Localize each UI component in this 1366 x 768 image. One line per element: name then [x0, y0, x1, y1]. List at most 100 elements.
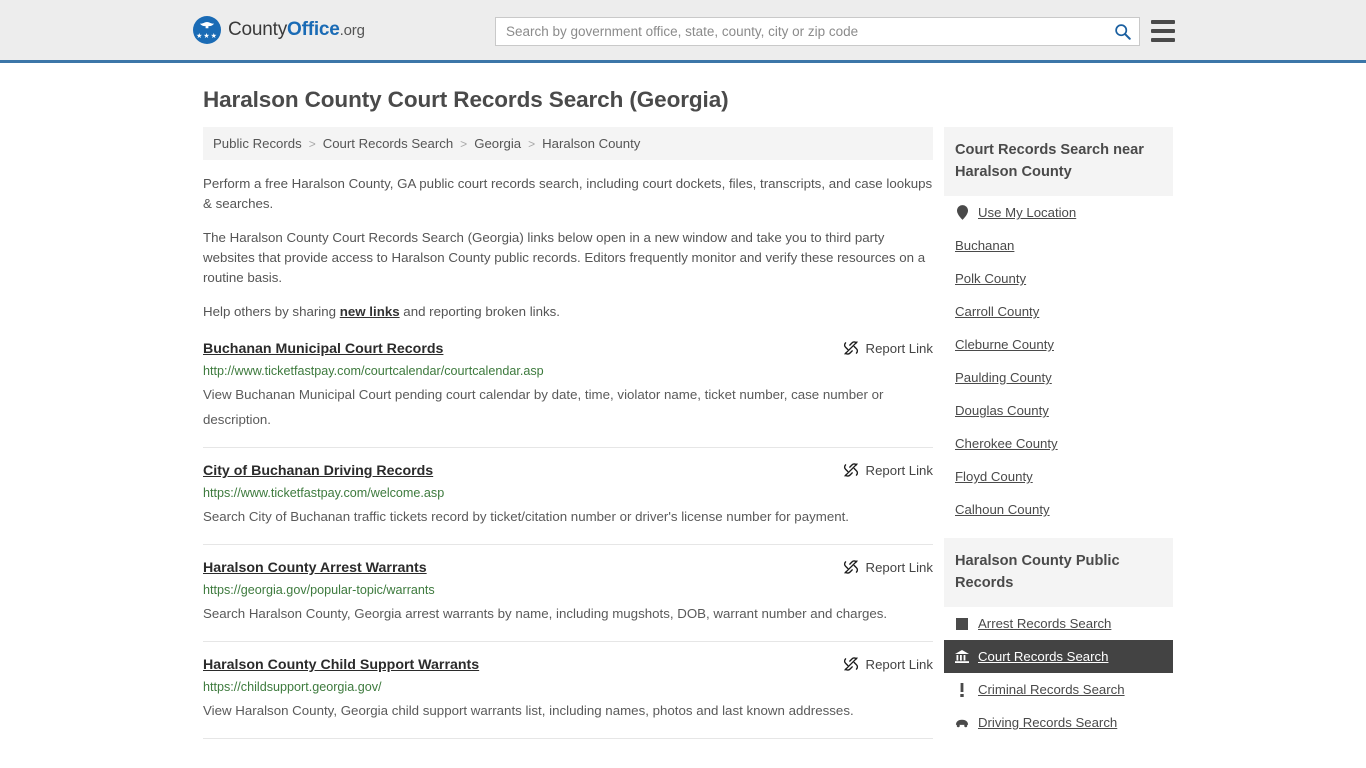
result-item: Buchanan Municipal Court Records Report L…: [203, 340, 933, 448]
page-container: Haralson County Court Records Search (Ge…: [0, 87, 1366, 751]
search-input[interactable]: [496, 18, 1105, 45]
courthouse-icon: [955, 649, 969, 664]
site-header: ★★★ CountyOffice.org: [0, 0, 1366, 63]
car-icon: [955, 715, 969, 730]
new-links-link[interactable]: new links: [340, 304, 400, 319]
sidebar-item-label[interactable]: Buchanan: [955, 238, 1014, 253]
map-pin-icon: [955, 205, 969, 220]
logo-part2: Office: [287, 19, 340, 40]
sidebar-item-label[interactable]: Douglas County: [955, 403, 1049, 418]
report-link-label: Report Link: [866, 341, 933, 356]
courthouse-icon: [955, 650, 969, 663]
sidebar: Court Records Search near Haralson Count…: [944, 127, 1173, 751]
sidebar-item-label[interactable]: Floyd County: [955, 469, 1033, 484]
sidebar-item-label[interactable]: Criminal Records Search: [978, 682, 1125, 697]
hamburger-bar-3: [1151, 38, 1175, 42]
results-list: Buchanan Municipal Court Records Report L…: [203, 340, 933, 739]
report-link-button[interactable]: Report Link: [843, 559, 933, 575]
result-url: https://georgia.gov/popular-topic/warran…: [203, 583, 933, 598]
sidebar-item-arrest-records-search[interactable]: Arrest Records Search: [944, 607, 1173, 640]
logo-wordmark: CountyOffice.org: [228, 19, 365, 41]
breadcrumb-separator: >: [528, 137, 535, 151]
sidebar-public-records-list: Arrest Records Search Court Records Searc…: [944, 607, 1173, 739]
sidebar-item-driving-records-search[interactable]: Driving Records Search: [944, 706, 1173, 739]
sidebar-item-label[interactable]: Use My Location: [978, 205, 1076, 220]
sidebar-item-use-my-location[interactable]: Use My Location: [944, 196, 1173, 229]
sidebar-item-label[interactable]: Calhoun County: [955, 502, 1050, 517]
sidebar-item-buchanan[interactable]: Buchanan: [944, 229, 1173, 262]
sidebar-item-label[interactable]: Arrest Records Search: [978, 616, 1111, 631]
report-link-label: Report Link: [866, 560, 933, 575]
logo-tld: .org: [340, 22, 365, 39]
result-url: https://childsupport.georgia.gov/: [203, 680, 933, 695]
intro-p3-after: and reporting broken links.: [400, 304, 560, 319]
sidebar-nearby-list: Use My Location Buchanan Polk County Carrol…: [944, 196, 1173, 526]
sidebar-public-records-title: Haralson County Public Records: [944, 538, 1173, 607]
sidebar-item-cherokee-county[interactable]: Cherokee County: [944, 427, 1173, 460]
eagle-icon: [197, 21, 217, 31]
sidebar-item-cleburne-county[interactable]: Cleburne County: [944, 328, 1173, 361]
result-description: View Buchanan Municipal Court pending co…: [203, 382, 933, 432]
search-button[interactable]: [1105, 18, 1139, 45]
intro-text: Perform a free Haralson County, GA publi…: [203, 174, 933, 322]
logo-stars: ★★★: [193, 33, 221, 40]
result-header: City of Buchanan Driving Records Report L…: [203, 462, 933, 480]
result-item: Haralson County Arrest Warrants Report Li…: [203, 559, 933, 642]
report-link-button[interactable]: Report Link: [843, 656, 933, 672]
sidebar-item-label[interactable]: Cleburne County: [955, 337, 1054, 352]
breadcrumb-item-4[interactable]: Haralson County: [542, 136, 640, 151]
car-icon: [955, 718, 969, 728]
sidebar-item-label[interactable]: Court Records Search: [978, 649, 1108, 664]
report-link-label: Report Link: [866, 657, 933, 672]
sidebar-item-label[interactable]: Driving Records Search: [978, 715, 1117, 730]
sidebar-item-label[interactable]: Carroll County: [955, 304, 1039, 319]
page-title: Haralson County Court Records Search (Ge…: [203, 87, 1173, 113]
result-description: Search Haralson County, Georgia arrest w…: [203, 601, 933, 626]
handcuffs-icon: [955, 616, 969, 631]
result-description: Search City of Buchanan traffic tickets …: [203, 504, 933, 529]
search-bar[interactable]: [495, 17, 1140, 46]
breadcrumb-item-1[interactable]: Public Records: [213, 136, 302, 151]
main-column: Public Records > Court Records Search > Geor…: [203, 127, 933, 751]
result-title-link[interactable]: Haralson County Child Support Warrants: [203, 656, 479, 674]
hamburger-bar-2: [1151, 29, 1175, 33]
breadcrumb-item-3[interactable]: Georgia: [474, 136, 521, 151]
site-logo[interactable]: ★★★ CountyOffice.org: [193, 16, 365, 44]
handcuffs-icon: [956, 618, 968, 630]
intro-paragraph-3: Help others by sharing new links and rep…: [203, 302, 933, 322]
broken-link-icon: [843, 462, 859, 478]
sidebar-item-label[interactable]: Cherokee County: [955, 436, 1058, 451]
sidebar-item-carroll-county[interactable]: Carroll County: [944, 295, 1173, 328]
sidebar-item-court-records-search[interactable]: Court Records Search: [944, 640, 1173, 673]
hamburger-bar-1: [1151, 20, 1175, 24]
report-link-button[interactable]: Report Link: [843, 462, 933, 478]
hamburger-menu-button[interactable]: [1151, 20, 1175, 42]
result-item: City of Buchanan Driving Records Report L…: [203, 462, 933, 545]
sidebar-item-calhoun-county[interactable]: Calhoun County: [944, 493, 1173, 526]
sidebar-item-label[interactable]: Paulding County: [955, 370, 1052, 385]
sidebar-item-label[interactable]: Polk County: [955, 271, 1026, 286]
breadcrumb-item-2[interactable]: Court Records Search: [323, 136, 453, 151]
eagle-logo-icon: ★★★: [193, 16, 221, 44]
intro-p3-before: Help others by sharing: [203, 304, 340, 319]
breadcrumb-separator: >: [460, 137, 467, 151]
result-title-link[interactable]: Haralson County Arrest Warrants: [203, 559, 427, 577]
sidebar-item-floyd-county[interactable]: Floyd County: [944, 460, 1173, 493]
result-header: Buchanan Municipal Court Records Report L…: [203, 340, 933, 358]
result-url: http://www.ticketfastpay.com/courtcalend…: [203, 364, 933, 379]
sidebar-item-criminal-records-search[interactable]: Criminal Records Search: [944, 673, 1173, 706]
broken-link-icon: [843, 559, 859, 575]
result-header: Haralson County Arrest Warrants Report Li…: [203, 559, 933, 577]
broken-link-icon: [843, 656, 859, 672]
result-item: Haralson County Child Support Warrants Re…: [203, 656, 933, 739]
result-header: Haralson County Child Support Warrants Re…: [203, 656, 933, 674]
report-link-button[interactable]: Report Link: [843, 340, 933, 356]
result-title-link[interactable]: Buchanan Municipal Court Records: [203, 340, 443, 358]
sidebar-item-douglas-county[interactable]: Douglas County: [944, 394, 1173, 427]
intro-paragraph-2: The Haralson County Court Records Search…: [203, 228, 933, 288]
sidebar-item-polk-county[interactable]: Polk County: [944, 262, 1173, 295]
exclamation-icon: [955, 682, 969, 697]
broken-link-icon: [843, 340, 859, 356]
result-title-link[interactable]: City of Buchanan Driving Records: [203, 462, 433, 480]
sidebar-item-paulding-county[interactable]: Paulding County: [944, 361, 1173, 394]
